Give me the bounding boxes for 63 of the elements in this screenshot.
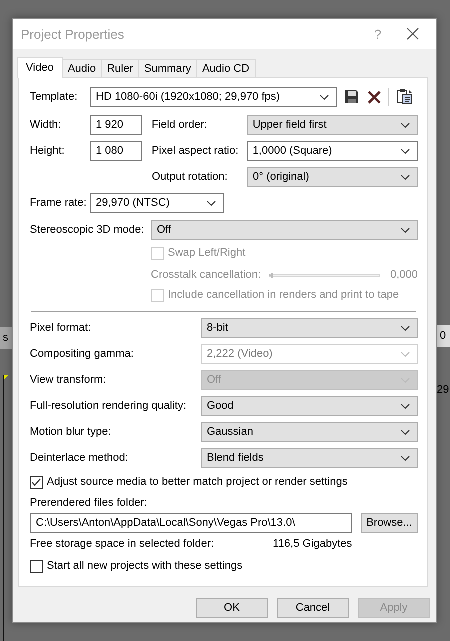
dropdown[interactable]: 0° (original) bbox=[247, 167, 418, 187]
field-label: Crosstalk cancellation: bbox=[151, 269, 262, 281]
caret-icon bbox=[401, 228, 410, 232]
tab[interactable]: Summary bbox=[138, 59, 198, 77]
background-text: 29 bbox=[437, 383, 450, 397]
dialog-button[interactable]: OK bbox=[196, 598, 268, 618]
checkbox-label: Adjust source media to better match project or render settings bbox=[47, 476, 348, 488]
caret-icon bbox=[320, 94, 329, 100]
field-label: Free storage space in selected folder: bbox=[30, 538, 216, 550]
field-label: Height: bbox=[30, 145, 66, 157]
field-label: Width: bbox=[30, 119, 62, 131]
background-text: 0 bbox=[437, 325, 450, 347]
field-label: Frame rate: bbox=[30, 197, 88, 209]
checkbox[interactable] bbox=[30, 560, 43, 572]
dropdown[interactable]: Blend fields bbox=[201, 448, 418, 468]
text-field[interactable]: C:\Users\Anton\AppData\Local\Sony\Vegas Pro\13.0\ bbox=[30, 513, 352, 533]
caret-icon bbox=[401, 430, 410, 434]
checkbox-label: Swap Left/Right bbox=[168, 247, 246, 259]
field-label: Template: bbox=[30, 91, 79, 103]
text-field[interactable]: 1 920 bbox=[90, 115, 142, 135]
caret-icon bbox=[401, 174, 410, 180]
caret-icon bbox=[401, 352, 410, 356]
field-label: 116,5 Gigabytes bbox=[273, 538, 352, 550]
checkbox-label: Include cancellation in renders and print to tape bbox=[168, 289, 400, 301]
dropdown[interactable]: Gaussian bbox=[201, 422, 418, 442]
field-label: Motion blur type: bbox=[30, 426, 112, 438]
field-label: Pixel format: bbox=[30, 322, 92, 334]
checkbox[interactable] bbox=[30, 476, 43, 488]
dropdown[interactable]: Good bbox=[201, 396, 418, 416]
checkbox-label: Start all new projects with these settings bbox=[47, 560, 243, 572]
save-icon[interactable] bbox=[345, 90, 359, 104]
window-title: Project Properties bbox=[21, 26, 126, 42]
text-field[interactable]: 1 080 bbox=[90, 141, 142, 161]
field-label: Full-resolution rendering quality: bbox=[30, 400, 188, 412]
dropdown[interactable]: HD 1080-60i (1920x1080; 29,970 fps) bbox=[90, 87, 337, 107]
field-label: Field order: bbox=[152, 119, 208, 131]
field-label: Output rotation: bbox=[152, 171, 229, 183]
caret-icon bbox=[401, 122, 410, 128]
dropdown[interactable]: Off bbox=[151, 220, 418, 240]
field-label: View transform: bbox=[30, 374, 108, 386]
field-label: Compositing gamma: bbox=[30, 348, 135, 360]
tab[interactable]: Audio CD bbox=[196, 59, 256, 77]
field-label: Pixel aspect ratio: bbox=[152, 145, 240, 157]
caret-icon bbox=[401, 404, 410, 408]
caret-icon bbox=[207, 200, 216, 206]
background-text: s bbox=[0, 327, 12, 349]
caret-icon bbox=[401, 456, 410, 460]
dropdown[interactable]: 1,0000 (Square) bbox=[246, 141, 418, 161]
caret-icon bbox=[401, 148, 410, 154]
dropdown[interactable]: 8-bit bbox=[201, 318, 418, 338]
field-label: Deinterlace method: bbox=[30, 452, 130, 464]
delete-icon[interactable] bbox=[368, 90, 381, 104]
close-icon[interactable] bbox=[407, 28, 419, 40]
field-label: Stereoscopic 3D mode: bbox=[30, 224, 146, 236]
browse-button[interactable]: Browse... bbox=[361, 513, 418, 533]
slider-value: 0,000 bbox=[390, 269, 418, 281]
tab[interactable]: Video bbox=[17, 57, 63, 78]
paste-icon[interactable] bbox=[397, 89, 413, 105]
field-label: Prerendered files folder: bbox=[30, 497, 148, 509]
dialog-button[interactable]: Cancel bbox=[277, 598, 349, 618]
caret-icon bbox=[401, 326, 410, 330]
dropdown[interactable]: 29,970 (NTSC) bbox=[90, 193, 224, 213]
dropdown[interactable]: Upper field first bbox=[246, 115, 418, 135]
